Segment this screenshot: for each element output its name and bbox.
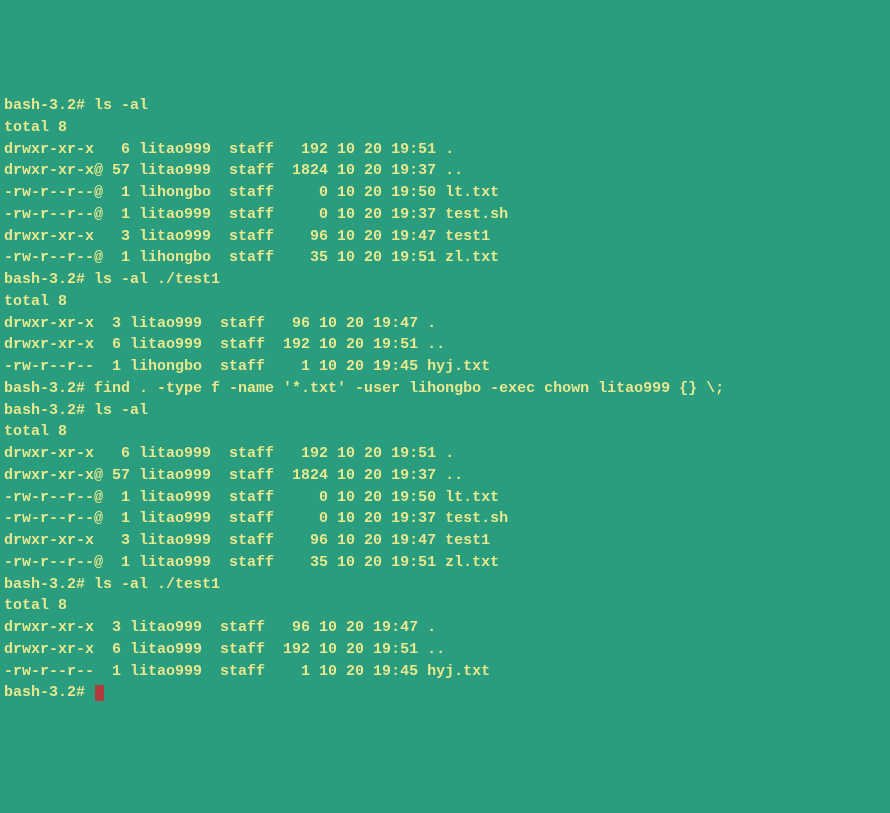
terminal-line: bash-3.2# ls -al ./test1 <box>4 574 886 596</box>
terminal-line: drwxr-xr-x 6 litao999 staff 192 10 20 19… <box>4 139 886 161</box>
terminal-line: -rw-r--r--@ 1 litao999 staff 0 10 20 19:… <box>4 487 886 509</box>
terminal-line: total 8 <box>4 595 886 617</box>
terminal-line: bash-3.2# ls -al ./test1 <box>4 269 886 291</box>
terminal-line: -rw-r--r--@ 1 lihongbo staff 0 10 20 19:… <box>4 182 886 204</box>
terminal-line: drwxr-xr-x 3 litao999 staff 96 10 20 19:… <box>4 226 886 248</box>
terminal-output[interactable]: bash-3.2# ls -altotal 8drwxr-xr-x 6 lita… <box>4 95 886 704</box>
terminal-line: total 8 <box>4 421 886 443</box>
terminal-line: drwxr-xr-x 3 litao999 staff 96 10 20 19:… <box>4 617 886 639</box>
terminal-line: bash-3.2# find . -type f -name '*.txt' -… <box>4 378 886 400</box>
terminal-line: drwxr-xr-x 6 litao999 staff 192 10 20 19… <box>4 334 886 356</box>
terminal-line: total 8 <box>4 117 886 139</box>
terminal-line: -rw-r--r--@ 1 litao999 staff 0 10 20 19:… <box>4 508 886 530</box>
terminal-line: bash-3.2# ls -al <box>4 400 886 422</box>
terminal-line: drwxr-xr-x 3 litao999 staff 96 10 20 19:… <box>4 313 886 335</box>
prompt-line[interactable]: bash-3.2# <box>4 682 886 704</box>
terminal-line: drwxr-xr-x@ 57 litao999 staff 1824 10 20… <box>4 160 886 182</box>
terminal-line: bash-3.2# ls -al <box>4 95 886 117</box>
terminal-line: -rw-r--r--@ 1 litao999 staff 35 10 20 19… <box>4 552 886 574</box>
cursor-icon <box>95 685 104 701</box>
terminal-line: -rw-r--r--@ 1 litao999 staff 0 10 20 19:… <box>4 204 886 226</box>
terminal-line: drwxr-xr-x@ 57 litao999 staff 1824 10 20… <box>4 465 886 487</box>
prompt-text: bash-3.2# <box>4 684 94 701</box>
terminal-line: drwxr-xr-x 6 litao999 staff 192 10 20 19… <box>4 639 886 661</box>
terminal-line: -rw-r--r--@ 1 lihongbo staff 35 10 20 19… <box>4 247 886 269</box>
terminal-line: drwxr-xr-x 6 litao999 staff 192 10 20 19… <box>4 443 886 465</box>
terminal-line: -rw-r--r-- 1 litao999 staff 1 10 20 19:4… <box>4 661 886 683</box>
terminal-line: total 8 <box>4 291 886 313</box>
terminal-line: drwxr-xr-x 3 litao999 staff 96 10 20 19:… <box>4 530 886 552</box>
terminal-line: -rw-r--r-- 1 lihongbo staff 1 10 20 19:4… <box>4 356 886 378</box>
